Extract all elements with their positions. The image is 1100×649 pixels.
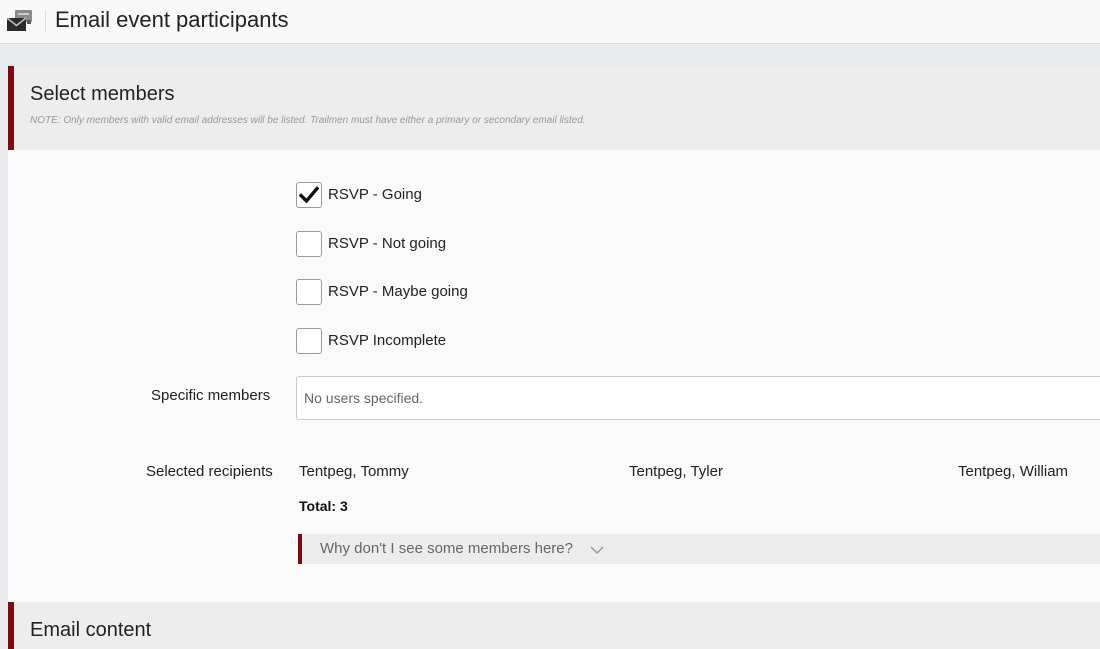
rsvp-not-going-checkbox[interactable] [296, 231, 322, 257]
header-divider [45, 10, 46, 32]
recipient-name: Tentpeg, William [958, 463, 1069, 480]
selected-recipients-label: Selected recipients [146, 463, 273, 480]
rsvp-incomplete-checkbox[interactable] [296, 328, 322, 354]
page-title: Email event participants [55, 7, 289, 32]
rsvp-maybe-going-label[interactable]: RSVP - Maybe going [328, 283, 468, 300]
checkmark-icon [299, 186, 319, 204]
chevron-down-icon[interactable] [590, 542, 604, 560]
section-heading: Select members [30, 83, 175, 105]
why-members-missing-text[interactable]: Why don't I see some members here? [320, 540, 573, 557]
email-note: NOTE: Only members with valid email addr… [30, 115, 586, 126]
select-members-header: Select members NOTE: Only members with v… [8, 66, 1100, 150]
rsvp-incomplete-label[interactable]: RSVP Incomplete [328, 332, 446, 349]
select-members-panel: Select members NOTE: Only members with v… [8, 66, 1100, 602]
email-icon [6, 8, 34, 34]
rsvp-not-going-label[interactable]: RSVP - Not going [328, 235, 446, 252]
specific-members-input[interactable] [296, 376, 1100, 420]
rsvp-maybe-going-checkbox[interactable] [296, 279, 322, 305]
rsvp-going-label[interactable]: RSVP - Going [328, 186, 422, 203]
recipient-name: Tentpeg, Tyler [629, 463, 723, 480]
specific-members-label: Specific members [151, 387, 271, 404]
recipients-total: Total: 3 [299, 498, 348, 514]
recipient-name: Tentpeg, Tommy [299, 463, 409, 480]
email-content-heading: Email content [30, 619, 152, 641]
email-content-header: Email content [8, 602, 1100, 649]
rsvp-going-checkbox[interactable] [296, 182, 322, 208]
why-members-missing-toggle[interactable]: Why don't I see some members here? [298, 534, 1100, 564]
top-bar: Email event participants [0, 0, 1100, 44]
